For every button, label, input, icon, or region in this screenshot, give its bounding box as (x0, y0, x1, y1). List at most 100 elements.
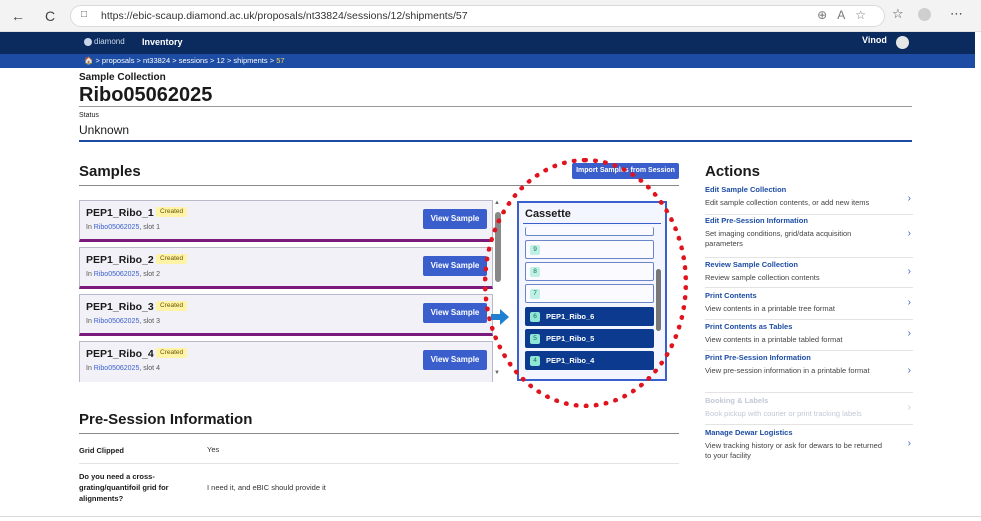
action-booking-labels: Booking & Labels Book pickup with courie… (705, 396, 913, 425)
chevron-right-icon: › (907, 438, 911, 449)
action-description: Set imaging conditions, grid/data acquis… (705, 229, 852, 248)
app-header: diamond Inventory Vinod (0, 32, 975, 54)
collection-link[interactable]: Ribo05062025 (94, 365, 140, 372)
action-description: Book pickup with courier or print tracki… (705, 409, 862, 418)
action-title[interactable]: Review Sample Collection (705, 260, 913, 269)
status-badge: Created (156, 348, 188, 358)
more-icon[interactable]: ⋯ (950, 6, 963, 22)
profile-icon[interactable] (918, 8, 931, 21)
breadcrumb-current: 57 (276, 56, 285, 65)
action-edit-sample-collection[interactable]: Edit Sample Collection Edit sample colle… (705, 185, 913, 215)
sample-location: In Ribo05062025, slot 4 (86, 365, 160, 372)
status-badge: Created (156, 254, 188, 264)
sample-card: PEP1_Ribo_3 Created In Ribo05062025, slo… (79, 294, 493, 336)
action-description: View contents in a printable tree format (705, 304, 835, 313)
status-badge: Created (156, 301, 188, 311)
annotation-arrow-icon (491, 309, 509, 325)
sample-list: PEP1_Ribo_1 Created In Ribo05062025, slo… (79, 200, 493, 382)
action-description: View contents in a printable tabled form… (705, 335, 843, 344)
breadcrumb-trail: 🏠 > proposals > nt33824 > sessions > 12 … (84, 56, 285, 65)
diamond-logo[interactable]: diamond (84, 37, 125, 46)
chevron-right-icon: › (907, 365, 911, 376)
action-title[interactable]: Print Pre-Session Information (705, 353, 913, 362)
sample-card: PEP1_Ribo_4 Created In Ribo05062025, slo… (79, 341, 493, 382)
breadcrumb: 🏠 > proposals > nt33824 > sessions > 12 … (0, 54, 975, 68)
collection-link[interactable]: Ribo05062025 (94, 224, 140, 231)
view-sample-button[interactable]: View Sample (423, 209, 487, 229)
pre-session-key: Grid Clipped (79, 446, 124, 455)
action-title: Booking & Labels (705, 396, 769, 405)
view-sample-button[interactable]: View Sample (423, 303, 487, 323)
action-review-sample-collection[interactable]: Review Sample Collection Review sample c… (705, 260, 913, 288)
sample-name: PEP1_Ribo_2 (86, 254, 154, 266)
status-badge: Created (156, 207, 188, 217)
breadcrumb-item[interactable]: 12 (217, 56, 225, 65)
address-bar[interactable]: □ https://ebic-scaup.diamond.ac.uk/propo… (70, 5, 885, 27)
back-icon[interactable]: ← (8, 6, 28, 26)
action-description: Edit sample collection contents, or add … (705, 198, 870, 207)
address-bar-icons[interactable]: ⊕Α☆ (817, 8, 876, 22)
action-description: View tracking history or ask for dewars … (705, 441, 883, 460)
nav-inventory[interactable]: Inventory (142, 37, 183, 47)
chevron-right-icon: › (907, 228, 911, 239)
actions-heading: Actions (705, 163, 761, 180)
scroll-up-icon[interactable]: ▲ (494, 200, 500, 206)
favorites-icon[interactable]: ☆ (892, 6, 904, 22)
chevron-right-icon: › (907, 402, 911, 413)
sample-location: In Ribo05062025, slot 1 (86, 224, 160, 231)
collection-type-label: Sample Collection (79, 72, 166, 83)
divider (79, 106, 912, 107)
action-edit-pre-session[interactable]: Edit Pre-Session Information Set imaging… (705, 216, 913, 258)
reload-icon[interactable]: C (40, 6, 60, 26)
chevron-right-icon: › (907, 328, 911, 339)
action-title[interactable]: Print Contents (705, 291, 913, 300)
sample-card: PEP1_Ribo_2 Created In Ribo05062025, slo… (79, 247, 493, 289)
user-name[interactable]: Vinod (862, 35, 887, 45)
sample-name: PEP1_Ribo_1 (86, 207, 154, 219)
breadcrumb-item[interactable]: shipments (233, 56, 267, 65)
divider (0, 516, 981, 517)
page-title: Ribo05062025 (79, 84, 213, 106)
annotation-circle (483, 158, 688, 408)
action-title[interactable]: Edit Sample Collection (705, 185, 913, 194)
pre-session-key: Do you need a cross-grating/quantifoil g… (79, 472, 169, 503)
samples-heading: Samples (79, 163, 141, 180)
chevron-right-icon: › (907, 266, 911, 277)
divider (79, 140, 912, 142)
sample-location: In Ribo05062025, slot 3 (86, 318, 160, 325)
breadcrumb-item[interactable]: proposals (102, 56, 135, 65)
sample-location: In Ribo05062025, slot 2 (86, 271, 160, 278)
action-manage-dewar-logistics[interactable]: Manage Dewar Logistics View tracking his… (705, 428, 913, 466)
breadcrumb-item[interactable]: nt33824 (143, 56, 170, 65)
status-label: Status (79, 112, 99, 119)
action-description: Review sample collection contents (705, 273, 820, 282)
divider (79, 463, 679, 464)
view-sample-button[interactable]: View Sample (423, 350, 487, 370)
action-title[interactable]: Edit Pre-Session Information (705, 216, 913, 225)
action-print-contents-tables[interactable]: Print Contents as Tables View contents i… (705, 322, 913, 351)
view-sample-button[interactable]: View Sample (423, 256, 487, 276)
collection-link[interactable]: Ribo05062025 (94, 318, 140, 325)
action-print-contents[interactable]: Print Contents View contents in a printa… (705, 291, 913, 320)
chevron-right-icon: › (907, 297, 911, 308)
status-value: Unknown (79, 123, 130, 137)
pre-session-heading: Pre-Session Information (79, 411, 253, 428)
avatar[interactable] (896, 36, 909, 49)
url-text: https://ebic-scaup.diamond.ac.uk/proposa… (101, 10, 468, 22)
divider (79, 433, 679, 434)
sample-name: PEP1_Ribo_3 (86, 301, 154, 313)
sample-card: PEP1_Ribo_1 Created In Ribo05062025, slo… (79, 200, 493, 242)
scroll-down-icon[interactable]: ▼ (494, 370, 500, 376)
chevron-right-icon: › (907, 193, 911, 204)
breadcrumb-item[interactable]: sessions (179, 56, 208, 65)
home-icon[interactable]: 🏠 (84, 56, 93, 65)
lock-icon: □ (81, 9, 88, 20)
action-description: View pre-session information in a printa… (705, 366, 870, 375)
pre-session-value: I need it, and eBIC should provide it (207, 483, 326, 492)
action-print-pre-session[interactable]: Print Pre-Session Information View pre-s… (705, 353, 913, 393)
action-title[interactable]: Print Contents as Tables (705, 322, 913, 331)
action-title[interactable]: Manage Dewar Logistics (705, 428, 913, 437)
sample-name: PEP1_Ribo_4 (86, 348, 154, 360)
browser-toolbar: ← C □ https://ebic-scaup.diamond.ac.uk/p… (0, 0, 981, 32)
collection-link[interactable]: Ribo05062025 (94, 271, 140, 278)
